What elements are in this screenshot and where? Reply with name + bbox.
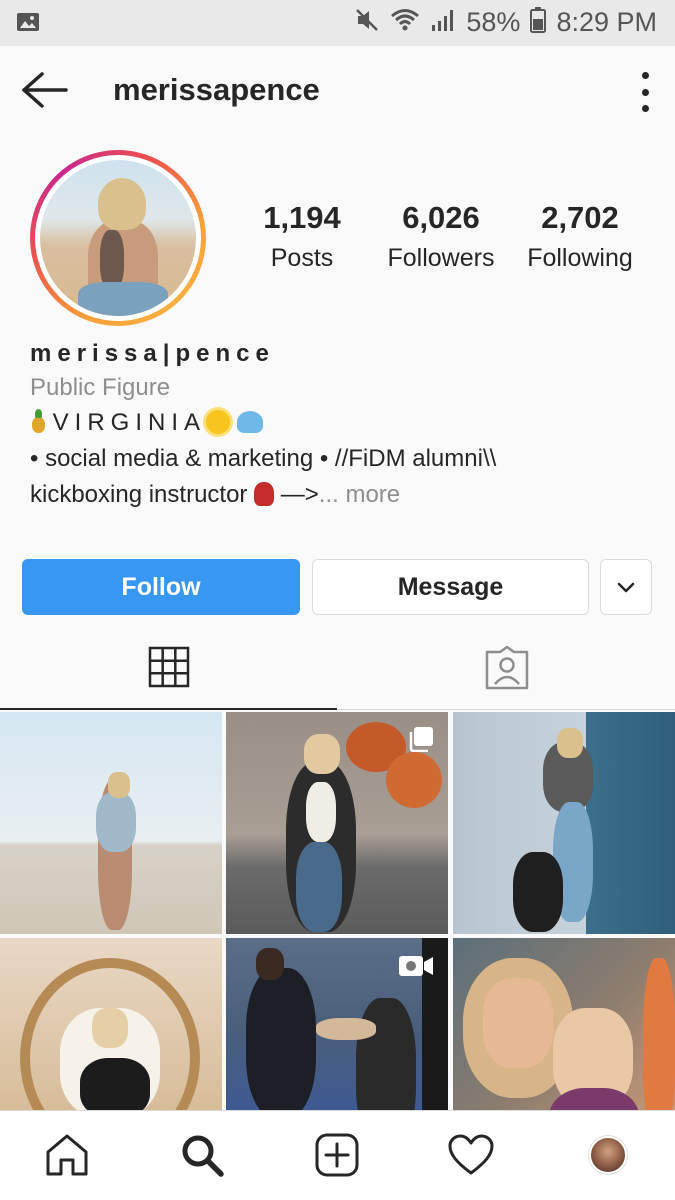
chevron-down-icon (616, 573, 636, 602)
bio-arrow-text: —> (274, 481, 319, 508)
stat-posts[interactable]: 1,194 Posts (252, 200, 352, 273)
new-post-icon[interactable] (313, 1131, 361, 1179)
mute-icon (354, 7, 380, 38)
back-arrow-icon[interactable] (20, 68, 70, 112)
post-thumbnail[interactable] (226, 938, 448, 1112)
battery-percent: 58% (466, 7, 521, 37)
clock: 8:29 PM (556, 7, 657, 37)
profile-bio: merissa|pence Public Figure VIRGINIA • s… (30, 340, 650, 510)
tab-grid[interactable] (0, 630, 337, 710)
profile-tab[interactable] (584, 1131, 632, 1179)
search-icon[interactable] (178, 1131, 226, 1179)
bio-line-work: • social media & marketing • //FiDM alum… (30, 445, 497, 472)
profile-avatar (589, 1136, 627, 1174)
sun-icon (206, 410, 231, 434)
activity-heart-icon[interactable] (447, 1131, 495, 1179)
stat-posts-value: 1,194 (263, 200, 341, 235)
post-thumbnail[interactable] (453, 712, 675, 934)
post-thumbnail[interactable] (453, 938, 675, 1112)
tagged-icon (484, 645, 530, 695)
wifi-icon (390, 7, 420, 38)
image-notification-icon (16, 10, 40, 39)
more-options-icon[interactable] (639, 72, 651, 112)
bottom-navigation (0, 1110, 675, 1200)
suggested-dropdown-button[interactable] (600, 559, 652, 615)
grid-icon (148, 646, 190, 693)
stat-followers[interactable]: 6,026 Followers (380, 200, 502, 273)
bio-location-text: VIRGINIA (52, 409, 207, 436)
home-icon[interactable] (43, 1131, 91, 1179)
bio-instructor-text: kickboxing instructor (30, 481, 248, 508)
bio-line-instructor: kickboxing instructor —>... more (30, 480, 650, 510)
status-bar: 58% 8:29 PM (0, 0, 675, 46)
post-thumbnail[interactable] (0, 938, 222, 1112)
post-thumbnail[interactable] (0, 712, 222, 934)
bio-more-link[interactable]: ... more (319, 481, 400, 508)
profile-header: merissapence (0, 46, 675, 138)
signal-icon (430, 8, 456, 37)
profile-category: Public Figure (30, 374, 171, 401)
profile-avatar-story-ring[interactable] (30, 150, 206, 326)
carousel-icon (408, 726, 434, 757)
bio-line-location: VIRGINIA (30, 408, 650, 438)
profile-avatar (40, 160, 196, 316)
stat-posts-label: Posts (270, 244, 334, 272)
stat-followers-label: Followers (387, 244, 495, 272)
wave-icon (236, 411, 263, 433)
stat-followers-value: 6,026 (402, 200, 480, 235)
posts-grid (0, 712, 675, 1112)
tab-tagged[interactable] (338, 630, 675, 710)
profile-tabs (0, 630, 675, 710)
post-thumbnail[interactable] (226, 712, 448, 934)
stat-following[interactable]: 2,702 Following (518, 200, 642, 273)
header-username: merissapence (113, 72, 320, 107)
follow-button[interactable]: Follow (22, 559, 300, 615)
video-icon (398, 952, 434, 983)
message-button[interactable]: Message (312, 559, 589, 615)
boxing-glove-icon (254, 482, 275, 506)
stat-following-value: 2,702 (541, 200, 619, 235)
profile-full-name: merissa|pence (30, 340, 275, 367)
pineapple-icon (30, 409, 46, 433)
battery-icon (530, 7, 547, 38)
stat-following-label: Following (527, 244, 633, 272)
